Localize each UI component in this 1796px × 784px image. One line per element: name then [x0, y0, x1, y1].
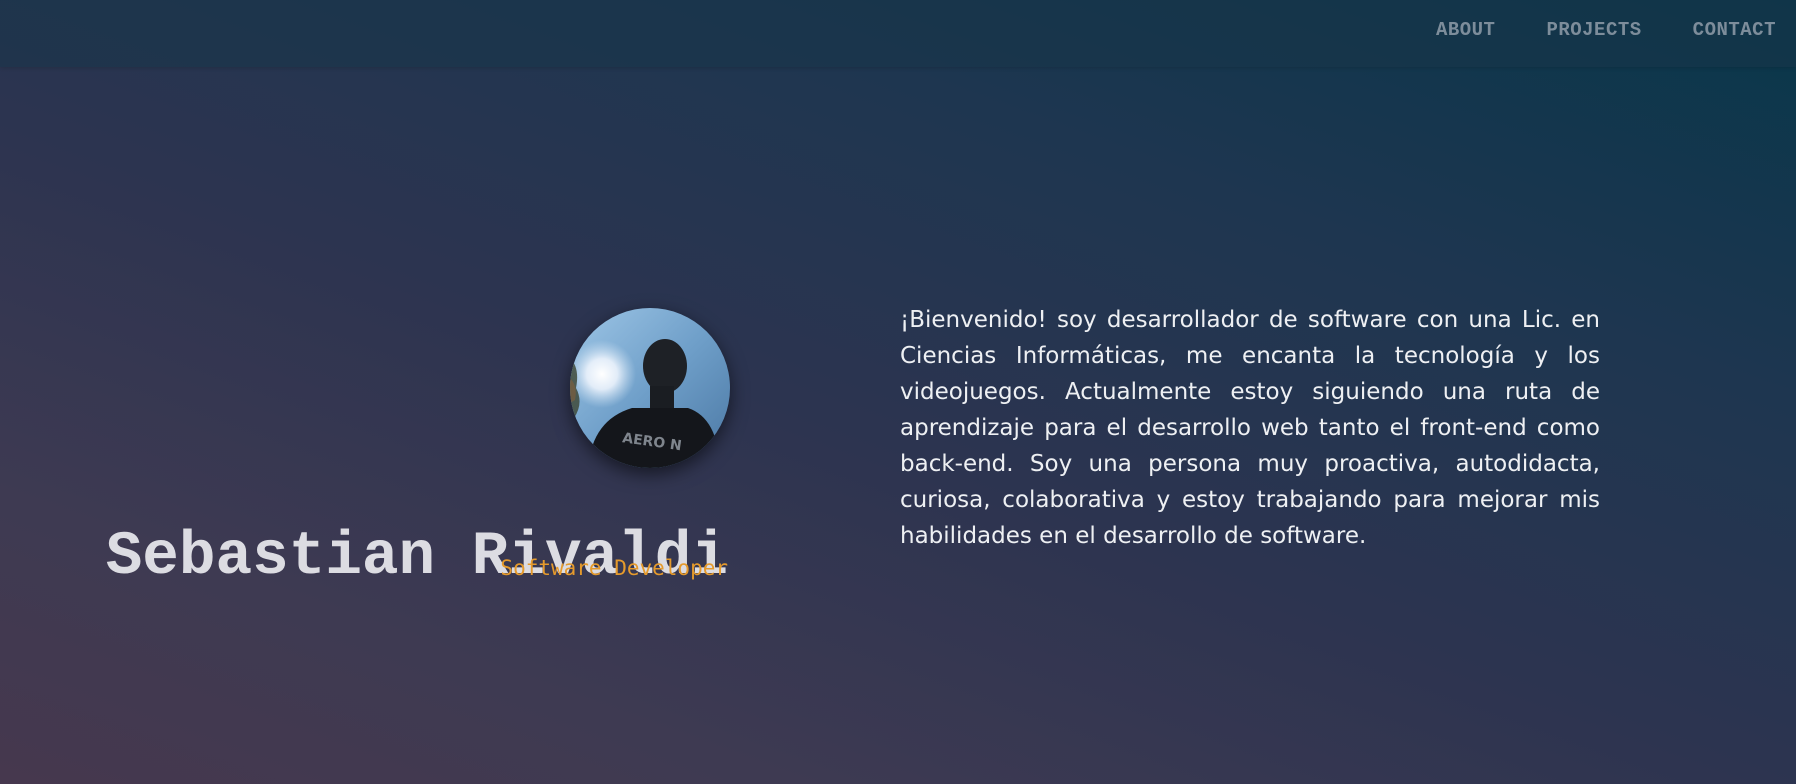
nav-link-projects[interactable]: PROJECTS [1546, 19, 1641, 41]
nav-links: ABOUT PROJECTS CONTACT [1436, 0, 1776, 60]
nav-link-contact[interactable]: CONTACT [1693, 19, 1776, 41]
nav-link-about[interactable]: ABOUT [1436, 19, 1496, 41]
profile-role: Software Developer [500, 556, 728, 580]
navbar: ABOUT PROJECTS CONTACT [0, 0, 1796, 67]
about-text: ¡Bienvenido! soy desarrollador de softwa… [900, 307, 1600, 549]
profile-photo: AERO N [570, 308, 730, 468]
profile-avatar: AERO N [570, 308, 730, 468]
